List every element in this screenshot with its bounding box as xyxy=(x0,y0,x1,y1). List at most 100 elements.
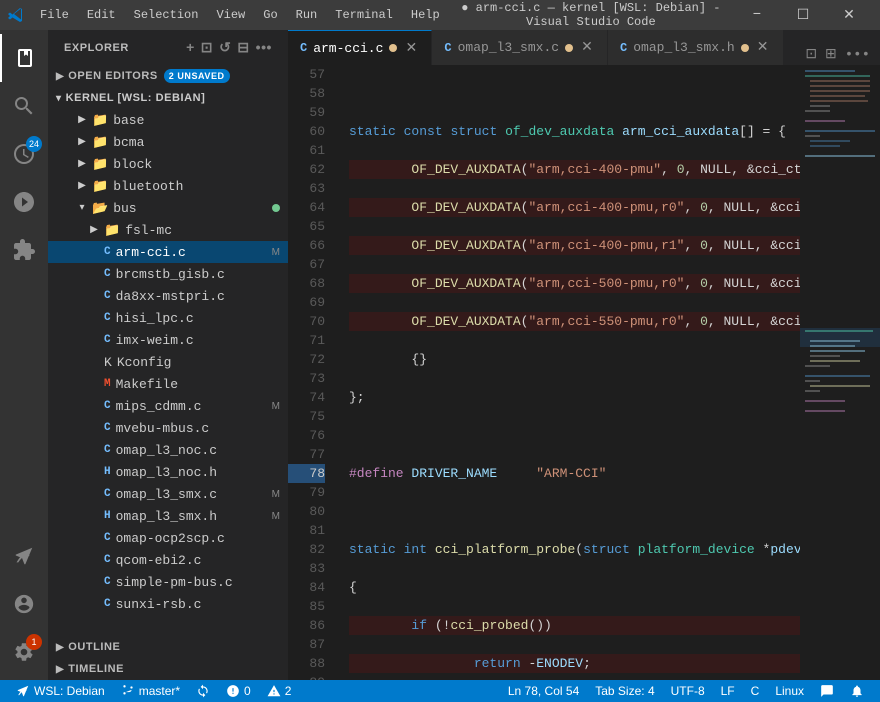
new-folder-icon[interactable]: ⊡ xyxy=(201,39,213,56)
tree-item-simple-pm-bus[interactable]: C simple-pm-bus.c xyxy=(48,571,288,593)
window-title: ● arm-cci.c — kernel [WSL: Debian] - Vis… xyxy=(448,1,734,29)
kconfig-icon: K xyxy=(104,355,112,370)
tree-item-omap-ocp2scp[interactable]: C omap-ocp2scp.c xyxy=(48,527,288,549)
menu-run[interactable]: Run xyxy=(288,6,326,24)
status-encoding[interactable]: UTF-8 xyxy=(663,680,713,702)
c-file-icon-omap-smx-c: C xyxy=(104,488,111,500)
tree-label-imx: imx-weim.c xyxy=(116,333,194,348)
tree-item-omap-noc-h[interactable]: H omap_l3_noc.h xyxy=(48,461,288,483)
tab-close-omap-smx-c[interactable]: ✕ xyxy=(579,40,595,56)
status-feedback[interactable] xyxy=(812,680,842,702)
tab-close-omap-smx-h[interactable]: ✕ xyxy=(755,40,771,56)
menu-view[interactable]: View xyxy=(208,6,253,24)
code-line-57 xyxy=(349,84,800,103)
editor-area: C arm-cci.c ✕ C omap_l3_smx.c ✕ C omap_l… xyxy=(288,30,880,680)
status-remote-text: WSL: Debian xyxy=(34,684,105,698)
status-git-branch[interactable]: master* xyxy=(113,680,188,702)
status-warnings-count: 2 xyxy=(285,684,292,698)
search-activity-button[interactable] xyxy=(0,82,48,130)
account-activity-button[interactable] xyxy=(0,580,48,628)
status-notifications[interactable] xyxy=(842,680,872,702)
tree-item-bluetooth[interactable]: ▶ 📁 bluetooth xyxy=(48,175,288,197)
tree-label-omap-noc-c: omap_l3_noc.c xyxy=(116,443,217,458)
menu-terminal[interactable]: Terminal xyxy=(327,6,401,24)
collapse-all-icon[interactable]: ⊟ xyxy=(237,39,249,56)
settings-activity-button[interactable]: 1 xyxy=(0,628,48,676)
menu-selection[interactable]: Selection xyxy=(126,6,207,24)
tree-item-omap-smx-c[interactable]: C omap_l3_smx.c M xyxy=(48,483,288,505)
line-numbers: 57 58 59 60 61 62 63 64 65 66 67 68 69 7… xyxy=(288,65,333,680)
status-errors[interactable]: 0 xyxy=(218,680,259,702)
block-arrow: ▶ xyxy=(76,158,88,170)
status-eol[interactable]: LF xyxy=(713,680,743,702)
new-file-icon[interactable]: + xyxy=(186,39,195,56)
tab-omap-smx-h[interactable]: C omap_l3_smx.h ✕ xyxy=(608,30,784,65)
minimize-button[interactable]: − xyxy=(734,0,780,30)
menu-file[interactable]: File xyxy=(32,6,77,24)
extensions-activity-button[interactable] xyxy=(0,226,48,274)
tree-label-omap-smx-h: omap_l3_smx.h xyxy=(116,509,217,524)
status-tab-size[interactable]: Tab Size: 4 xyxy=(587,680,662,702)
tree-item-hisi[interactable]: C hisi_lpc.c xyxy=(48,307,288,329)
status-language[interactable]: C xyxy=(743,680,768,702)
explorer-activity-button[interactable] xyxy=(0,34,48,82)
code-content[interactable]: static const struct of_dev_auxdata arm_c… xyxy=(333,65,800,680)
tree-item-omap-smx-h[interactable]: H omap_l3_smx.h M xyxy=(48,505,288,527)
status-errors-count: 0 xyxy=(244,684,251,698)
tree-item-imx[interactable]: C imx-weim.c xyxy=(48,329,288,351)
close-button[interactable]: ✕ xyxy=(826,0,872,30)
tree-item-mips-cdmm[interactable]: C mips_cdmm.c M xyxy=(48,395,288,417)
status-platform[interactable]: Linux xyxy=(767,680,812,702)
vscode-icon xyxy=(8,7,24,23)
tree-item-kconfig[interactable]: K Kconfig xyxy=(48,351,288,373)
menu-go[interactable]: Go xyxy=(255,6,285,24)
menu-edit[interactable]: Edit xyxy=(79,6,124,24)
tab-close-arm-cci[interactable]: ✕ xyxy=(403,40,419,56)
outline-arrow: ▶ xyxy=(56,642,64,653)
status-remote[interactable]: WSL: Debian xyxy=(8,680,113,702)
status-cursor-position[interactable]: Ln 78, Col 54 xyxy=(500,680,587,702)
tree-item-brcmstb[interactable]: C brcmstb_gisb.c xyxy=(48,263,288,285)
more-tabs-icon[interactable]: ••• xyxy=(843,45,872,65)
outline-section[interactable]: ▶ OUTLINE xyxy=(48,636,288,658)
sync-icon xyxy=(196,684,210,698)
tree-item-qcom-ebi2[interactable]: C qcom-ebi2.c xyxy=(48,549,288,571)
kernel-section[interactable]: ▾ KERNEL [WSL: DEBIAN] xyxy=(48,87,288,109)
more-actions-icon[interactable]: ••• xyxy=(256,39,272,56)
tab-omap-smx-c[interactable]: C omap_l3_smx.c ✕ xyxy=(432,30,608,65)
timeline-section[interactable]: ▶ TIMELINE xyxy=(48,658,288,680)
tree-item-mvebu[interactable]: C mvebu-mbus.c xyxy=(48,417,288,439)
source-control-activity-button[interactable]: 24 xyxy=(0,130,48,178)
folder-icon-fsl-mc: 📁 xyxy=(104,223,120,238)
run-debug-activity-button[interactable] xyxy=(0,178,48,226)
tree-item-fsl-mc[interactable]: ▶ 📁 fsl-mc xyxy=(48,219,288,241)
maximize-button[interactable]: ☐ xyxy=(780,0,826,30)
tab-modified-dot-arm-cci xyxy=(389,44,397,52)
base-arrow: ▶ xyxy=(76,114,88,126)
tree-item-bus[interactable]: ▾ 📂 bus xyxy=(48,197,288,219)
tree-item-da8xx[interactable]: C da8xx-mstpri.c xyxy=(48,285,288,307)
editor-layout-icon[interactable]: ⊞ xyxy=(823,44,839,65)
open-editors-section[interactable]: ▶ OPEN EDITORS 2 UNSAVED xyxy=(48,65,288,87)
tree-item-base[interactable]: ▶ 📁 base xyxy=(48,109,288,131)
remote-activity-button[interactable] xyxy=(0,532,48,580)
tree-label-makefile: Makefile xyxy=(116,377,178,392)
tree-item-omap-noc-c[interactable]: C omap_l3_noc.c xyxy=(48,439,288,461)
tree-item-sunxi-rsb[interactable]: C sunxi-rsb.c xyxy=(48,593,288,615)
tree-item-block[interactable]: ▶ 📁 block xyxy=(48,153,288,175)
h-file-icon-omap-noc-h: H xyxy=(104,466,111,478)
split-editor-icon[interactable]: ⊡ xyxy=(803,44,819,65)
tree-label-omap-noc-h: omap_l3_noc.h xyxy=(116,465,217,480)
tree-label-qcom-ebi2: qcom-ebi2.c xyxy=(116,553,202,568)
tree-item-bcma[interactable]: ▶ 📁 bcma xyxy=(48,131,288,153)
refresh-icon[interactable]: ↺ xyxy=(219,39,231,56)
c-file-icon-brcmstb: C xyxy=(104,268,111,280)
tree-item-makefile[interactable]: M Makefile xyxy=(48,373,288,395)
tab-arm-cci[interactable]: C arm-cci.c ✕ xyxy=(288,30,432,65)
status-warnings[interactable]: 2 xyxy=(259,680,300,702)
status-sync[interactable] xyxy=(188,680,218,702)
folder-icon-bus: 📂 xyxy=(92,201,108,216)
remote-icon xyxy=(13,545,35,567)
tree-item-arm-cci[interactable]: C arm-cci.c M xyxy=(48,241,288,263)
menu-help[interactable]: Help xyxy=(403,6,448,24)
